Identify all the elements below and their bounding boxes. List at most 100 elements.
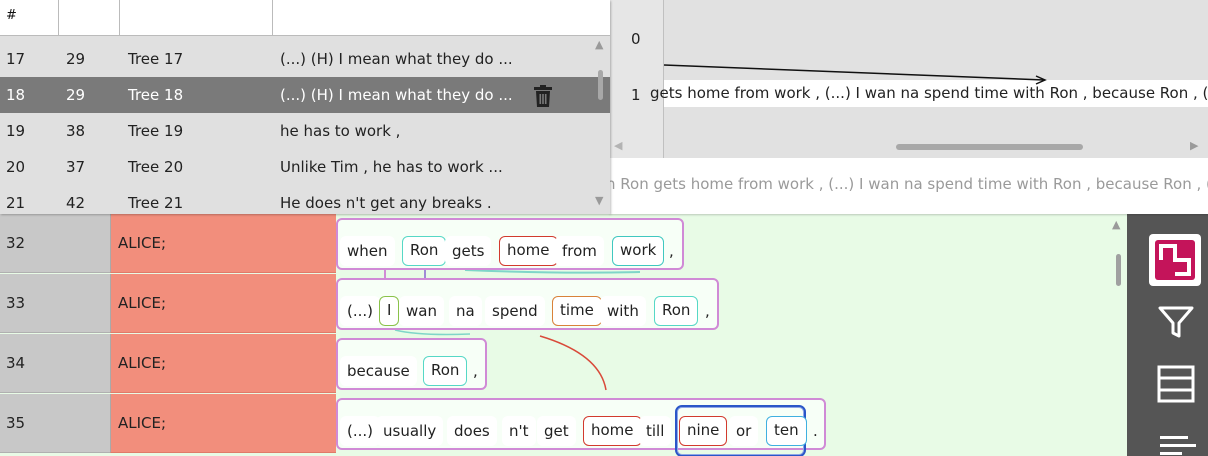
row-number: 19	[6, 122, 26, 140]
row-line: 37	[66, 158, 86, 176]
scroll-up-arrow-icon[interactable]: ▲	[1112, 218, 1120, 231]
token[interactable]: because	[340, 356, 417, 386]
token[interactable]: n't	[502, 416, 536, 446]
sentence-preview: n Ron gets home from work , (...) I wan …	[606, 175, 1208, 193]
row-line: 29	[66, 86, 86, 104]
token[interactable]: or	[729, 416, 759, 446]
token[interactable]: ,	[662, 236, 681, 266]
table-row[interactable]: 17 29 Tree 17 (...) (H) I mean what they…	[0, 41, 610, 77]
row-name: Tree 21	[128, 194, 184, 212]
app-window: 32 ALICE; when Ron gets home from work ,…	[0, 0, 1208, 456]
line-row[interactable]: 33 ALICE; (...) I wan na spend time with…	[0, 274, 1127, 334]
filter-icon[interactable]	[1148, 296, 1204, 348]
token[interactable]: home	[583, 416, 642, 446]
line-number: 33	[0, 274, 110, 333]
scrollbar-thumb[interactable]	[896, 144, 1083, 150]
tree-horizontal-scrollbar[interactable]: ◀ ▶	[610, 136, 1208, 158]
line-number: 34	[0, 334, 110, 393]
scroll-right-arrow-icon[interactable]: ▶	[1190, 139, 1198, 152]
scrollbar-thumb[interactable]	[598, 70, 603, 100]
list-scrollbar[interactable]: ▲ ▼	[594, 36, 608, 214]
token[interactable]: na	[449, 296, 482, 326]
token[interactable]: I	[379, 296, 400, 326]
token[interactable]: wan	[399, 296, 444, 326]
row-number: 17	[6, 50, 26, 68]
line-utterance-box[interactable]: because Ron ,	[336, 338, 487, 390]
row-text: he has to work ,	[280, 122, 401, 140]
column-header-line[interactable]	[59, 0, 120, 36]
table-header: #	[0, 0, 610, 36]
transcript-area: 32 ALICE; when Ron gets home from work ,…	[0, 214, 1127, 456]
line-utterance-box[interactable]: (...) usually does n't get home till nin…	[336, 398, 826, 456]
token[interactable]: Ron	[402, 236, 447, 266]
row-name: Tree 19	[128, 122, 184, 140]
tree-edge	[663, 64, 1047, 85]
scrollbar-thumb[interactable]	[1116, 254, 1121, 286]
tree-list-panel: # 17 29 Tree 17 (...) (H) I mean what th…	[0, 0, 610, 214]
token[interactable]: get	[537, 416, 576, 446]
scroll-left-arrow-icon[interactable]: ◀	[614, 139, 622, 152]
line-row[interactable]: 32 ALICE; when Ron gets home from work ,	[0, 214, 1127, 274]
token[interactable]: spend	[485, 296, 545, 326]
token[interactable]: (...)	[340, 296, 381, 326]
column-header-number[interactable]: #	[0, 0, 59, 36]
token[interactable]: work	[612, 236, 665, 266]
tree-panel: 0 1 gets home from work , (...) I wan na…	[606, 0, 1208, 214]
table-row[interactable]: 19 38 Tree 19 he has to work ,	[0, 113, 610, 149]
table-row-selected[interactable]: 18 29 Tree 18 (...) (H) I mean what they…	[0, 77, 610, 113]
line-utterance-box[interactable]: (...) I wan na spend time with Ron ,	[336, 278, 719, 330]
row-number: 18	[6, 86, 26, 104]
table-row[interactable]: 20 37 Tree 20 Unlike Tim , he has to wor…	[0, 149, 610, 185]
row-text: Unlike Tim , he has to work ...	[280, 158, 503, 176]
tree-leaf-text: gets home from work , (...) I wan na spe…	[650, 84, 1208, 102]
line-speaker[interactable]: ALICE;	[110, 274, 336, 333]
side-toolbar	[1127, 214, 1208, 456]
token[interactable]: (...)	[340, 416, 381, 446]
line-speaker[interactable]: ALICE;	[110, 394, 336, 453]
line-number: 32	[0, 214, 110, 273]
row-number: 20	[6, 158, 26, 176]
text-align-icon[interactable]	[1148, 418, 1204, 456]
tree-view[interactable]: 0 1 gets home from work , (...) I wan na…	[610, 0, 1208, 158]
line-number: 35	[0, 394, 110, 453]
token[interactable]: ten	[766, 416, 807, 446]
row-line: 38	[66, 122, 86, 140]
token[interactable]: time	[552, 296, 602, 326]
scroll-up-arrow-icon[interactable]: ▲	[595, 38, 603, 51]
row-name: Tree 20	[128, 158, 184, 176]
row-text: (...) (H) I mean what they do ...	[280, 86, 513, 104]
transcript-scrollbar[interactable]: ▲	[1112, 214, 1127, 456]
token[interactable]: nine	[679, 416, 728, 446]
token[interactable]: ,	[698, 296, 717, 326]
scroll-down-arrow-icon[interactable]: ▼	[595, 194, 603, 207]
row-line: 42	[66, 194, 86, 212]
token[interactable]: Ron	[654, 296, 699, 326]
token[interactable]: ,	[466, 356, 485, 386]
row-name: Tree 18	[128, 86, 184, 104]
row-text: (...) (H) I mean what they do ...	[280, 50, 513, 68]
row-number: 21	[6, 194, 26, 212]
column-header-name[interactable]	[120, 0, 273, 36]
table-view-icon[interactable]	[1148, 358, 1204, 410]
token[interactable]: from	[555, 236, 604, 266]
row-name: Tree 17	[128, 50, 184, 68]
token[interactable]: when	[340, 236, 395, 266]
table-row[interactable]: 21 42 Tree 21 He does n't get any breaks…	[0, 185, 610, 214]
line-row[interactable]: 35 ALICE; (...) usually does n't get hom…	[0, 394, 1127, 456]
token[interactable]: with	[600, 296, 646, 326]
row-line: 29	[66, 50, 86, 68]
token[interactable]: till	[639, 416, 672, 446]
line-utterance-box[interactable]: when Ron gets home from work ,	[336, 218, 684, 270]
line-speaker[interactable]: ALICE;	[110, 334, 336, 393]
app-logo-icon[interactable]	[1149, 234, 1201, 286]
token[interactable]: .	[806, 416, 825, 446]
token[interactable]: does	[447, 416, 497, 446]
line-speaker[interactable]: ALICE;	[110, 214, 336, 273]
column-header-text[interactable]	[273, 0, 610, 36]
line-row[interactable]: 34 ALICE; because Ron ,	[0, 334, 1127, 394]
token[interactable]: usually	[376, 416, 444, 446]
token[interactable]: home	[499, 236, 558, 266]
row-text: He does n't get any breaks .	[280, 194, 492, 212]
token[interactable]: Ron	[423, 356, 468, 386]
token[interactable]: gets	[445, 236, 492, 266]
